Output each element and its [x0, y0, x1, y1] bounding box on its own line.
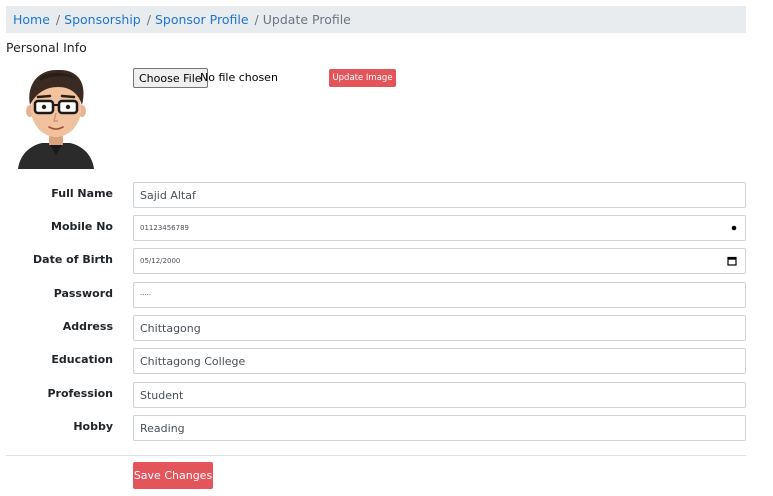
- breadcrumb-home-link[interactable]: Home: [13, 12, 50, 27]
- profession-value: Student: [140, 388, 184, 402]
- password-value: ·····: [140, 291, 152, 299]
- form-row-education: Education Chittagong College: [0, 348, 773, 375]
- file-status-text: No file chosen: [200, 71, 278, 84]
- mobile-no-input[interactable]: 01123456789: [133, 215, 746, 241]
- dob-value: 05/12/2000: [140, 257, 181, 265]
- avatar: [18, 69, 94, 169]
- section-title: Personal Info: [6, 40, 87, 55]
- spinner-dot-icon[interactable]: [731, 225, 737, 231]
- profession-input[interactable]: Student: [133, 382, 746, 408]
- divider: [6, 455, 746, 456]
- hobby-input[interactable]: Reading: [133, 415, 746, 441]
- form-row-mobile: Mobile No 01123456789: [0, 215, 773, 242]
- dob-input[interactable]: 05/12/2000: [133, 248, 746, 274]
- form-row-hobby: Hobby Reading: [0, 415, 773, 442]
- breadcrumb-separator: /: [254, 12, 259, 27]
- breadcrumb-sponsorship-link[interactable]: Sponsorship: [64, 12, 141, 27]
- form-row-full-name: Full Name Sajid Altaf: [0, 182, 773, 209]
- full-name-value: Sajid Altaf: [140, 188, 196, 202]
- profession-label: Profession: [47, 387, 113, 400]
- breadcrumb: Home / Sponsorship / Sponsor Profile / U…: [6, 6, 746, 33]
- mobile-no-label: Mobile No: [51, 220, 113, 233]
- breadcrumb-current: Update Profile: [262, 12, 351, 27]
- save-changes-button[interactable]: Save Changes: [133, 462, 213, 489]
- full-name-label: Full Name: [51, 187, 113, 200]
- hobby-label: Hobby: [73, 420, 113, 433]
- education-value: Chittagong College: [140, 354, 246, 368]
- breadcrumb-separator: /: [55, 12, 61, 27]
- breadcrumb-sponsor-profile-link[interactable]: Sponsor Profile: [155, 12, 249, 27]
- mobile-no-value: 01123456789: [140, 224, 189, 232]
- breadcrumb-separator: /: [146, 12, 151, 27]
- password-label: Password: [53, 287, 113, 300]
- calendar-icon[interactable]: [727, 256, 737, 266]
- address-label: Address: [62, 320, 113, 333]
- dob-label: Date of Birth: [33, 253, 113, 266]
- education-input[interactable]: Chittagong College: [133, 348, 746, 374]
- form-row-profession: Profession Student: [0, 382, 773, 409]
- update-image-button[interactable]: Update Image: [329, 69, 396, 87]
- form-row-dob: Date of Birth 05/12/2000: [0, 248, 773, 275]
- form-row-password: Password ·····: [0, 282, 773, 309]
- choose-file-button[interactable]: Choose File: [133, 68, 208, 88]
- education-label: Education: [51, 353, 113, 366]
- address-input[interactable]: Chittagong: [133, 315, 746, 341]
- password-input[interactable]: ·····: [133, 282, 746, 308]
- hobby-value: Reading: [140, 421, 185, 435]
- address-value: Chittagong: [140, 321, 201, 335]
- full-name-input[interactable]: Sajid Altaf: [133, 182, 746, 208]
- form-row-address: Address Chittagong: [0, 315, 773, 342]
